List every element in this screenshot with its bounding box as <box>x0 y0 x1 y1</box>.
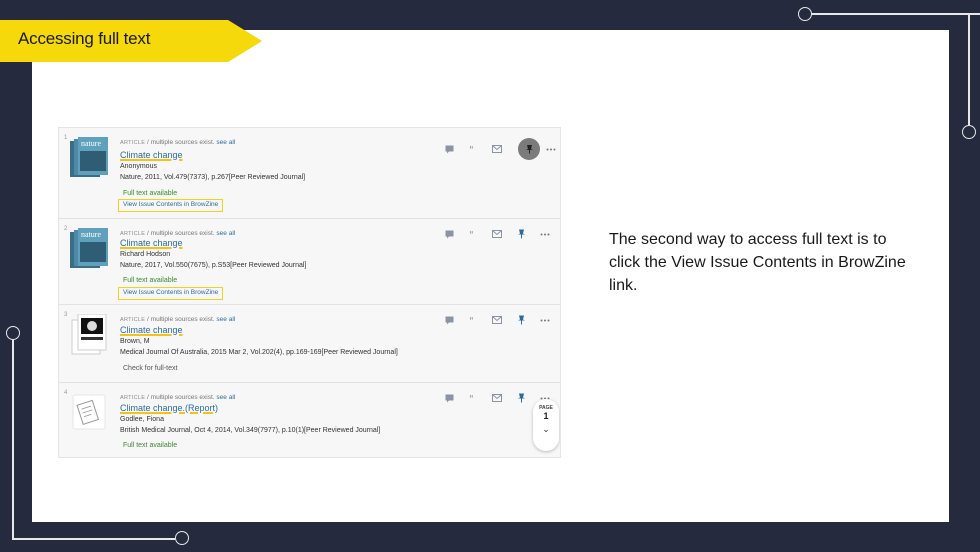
nature-cover-thumbnail: nature <box>70 228 108 268</box>
see-all-link[interactable]: see all <box>216 394 235 401</box>
pin-icon[interactable] <box>516 315 526 325</box>
slide-title: Accessing full text <box>18 29 151 48</box>
result-citation: British Medical Journal, Oct 4, 2014, Vo… <box>120 427 381 434</box>
pin-icon[interactable] <box>516 229 526 239</box>
comment-icon[interactable] <box>444 393 454 403</box>
quote-icon[interactable]: " <box>468 393 478 403</box>
document-placeholder-icon <box>72 394 106 430</box>
result-meta: ARTICLE / multiple sources exist. see al… <box>120 230 236 237</box>
quote-icon[interactable]: " <box>468 315 478 325</box>
result-title-link[interactable]: Climate change.(Report) <box>120 403 218 413</box>
pin-icon[interactable] <box>518 138 540 160</box>
pin-icon[interactable] <box>516 393 526 403</box>
result-title-link[interactable]: Climate change <box>120 150 183 160</box>
svg-text:": " <box>469 394 474 403</box>
svg-text:": " <box>469 230 474 239</box>
full-text-available-link[interactable]: Full text available <box>123 442 177 449</box>
frame-dot-right <box>962 125 976 139</box>
page-indicator[interactable]: PAGE 1 ⌄ <box>533 399 559 451</box>
more-icon[interactable] <box>540 315 550 325</box>
more-icon[interactable] <box>546 144 556 154</box>
email-icon[interactable] <box>492 393 502 403</box>
frame-line-right <box>968 13 970 125</box>
see-all-link[interactable]: see all <box>216 230 235 237</box>
explanation-text: The second way to access full text is to… <box>609 231 906 294</box>
result-title-link[interactable]: Climate change <box>120 325 183 335</box>
result-number: 2 <box>64 226 68 232</box>
comment-icon[interactable] <box>444 315 454 325</box>
result-number: 3 <box>64 312 68 318</box>
result-meta: ARTICLE / multiple sources exist. see al… <box>120 139 236 146</box>
result-number: 1 <box>64 135 68 141</box>
result-meta: ARTICLE / multiple sources exist. see al… <box>120 394 236 401</box>
svg-text:nature: nature <box>81 139 101 148</box>
nature-cover-thumbnail: nature <box>70 137 108 177</box>
result-title-link[interactable]: Climate change <box>120 238 183 248</box>
result-author: Anonymous <box>120 163 157 170</box>
result-actions: " <box>444 229 550 239</box>
result-item[interactable]: 1 nature ARTICLE / multiple sources exis… <box>59 128 560 219</box>
quote-icon[interactable]: " <box>468 144 478 154</box>
title-banner: Accessing full text <box>0 20 262 62</box>
result-citation: Nature, 2011, Vol.479(7373), p.267[Peer … <box>120 174 306 181</box>
result-item[interactable]: 2 nature ARTICLE / multiple sources exis… <box>59 219 560 305</box>
svg-text:nature: nature <box>81 230 101 239</box>
result-number: 4 <box>64 390 68 396</box>
comment-icon[interactable] <box>444 144 454 154</box>
email-icon[interactable] <box>492 229 502 239</box>
check-full-text-link[interactable]: Check for full-text <box>123 365 177 372</box>
email-icon[interactable] <box>492 144 502 154</box>
result-meta: ARTICLE / multiple sources exist. see al… <box>120 316 236 323</box>
result-citation: Nature, 2017, Vol.550(7675), p.S53[Peer … <box>120 262 307 269</box>
comment-icon[interactable] <box>444 229 454 239</box>
result-citation: Medical Journal Of Australia, 2015 Mar 2… <box>120 349 398 356</box>
see-all-link[interactable]: see all <box>216 139 235 146</box>
more-icon[interactable] <box>540 229 550 239</box>
result-author: Godlee, Fiona <box>120 416 164 423</box>
frame-line-top <box>812 13 980 15</box>
page-number: 1 <box>543 411 549 421</box>
frame-dot-left <box>6 326 20 340</box>
browzine-link[interactable]: View Issue Contents in BrowZine <box>118 199 224 212</box>
search-results-screenshot: 1 nature ARTICLE / multiple sources exis… <box>58 127 561 458</box>
frame-line-bottom <box>12 538 175 540</box>
quote-icon[interactable]: " <box>468 229 478 239</box>
see-all-link[interactable]: see all <box>216 316 235 323</box>
browzine-link[interactable]: View Issue Contents in BrowZine <box>118 287 224 300</box>
email-icon[interactable] <box>492 315 502 325</box>
frame-dot-top <box>798 7 812 21</box>
frame-dot-bottom <box>175 531 189 545</box>
result-author: Richard Hodson <box>120 251 171 258</box>
frame-line-left <box>12 340 14 539</box>
result-author: Brown, M <box>120 338 150 345</box>
result-actions: " <box>444 393 550 403</box>
result-actions: " <box>444 315 550 325</box>
slide: Accessing full text 1 nature ARTICLE / m… <box>0 20 949 522</box>
svg-text:": " <box>469 145 474 154</box>
full-text-available-link[interactable]: Full text available <box>123 277 177 284</box>
result-item[interactable]: 4 ARTICLE / multiple sources exist. see … <box>59 383 560 457</box>
journal-cover-thumbnail <box>71 314 107 355</box>
result-actions: " <box>444 138 560 160</box>
chevron-down-icon[interactable]: ⌄ <box>533 424 559 435</box>
result-item[interactable]: 3 ARTICLE / multiple sources exist. see … <box>59 305 560 383</box>
svg-text:": " <box>469 316 474 325</box>
full-text-available-link[interactable]: Full text available <box>123 190 177 197</box>
